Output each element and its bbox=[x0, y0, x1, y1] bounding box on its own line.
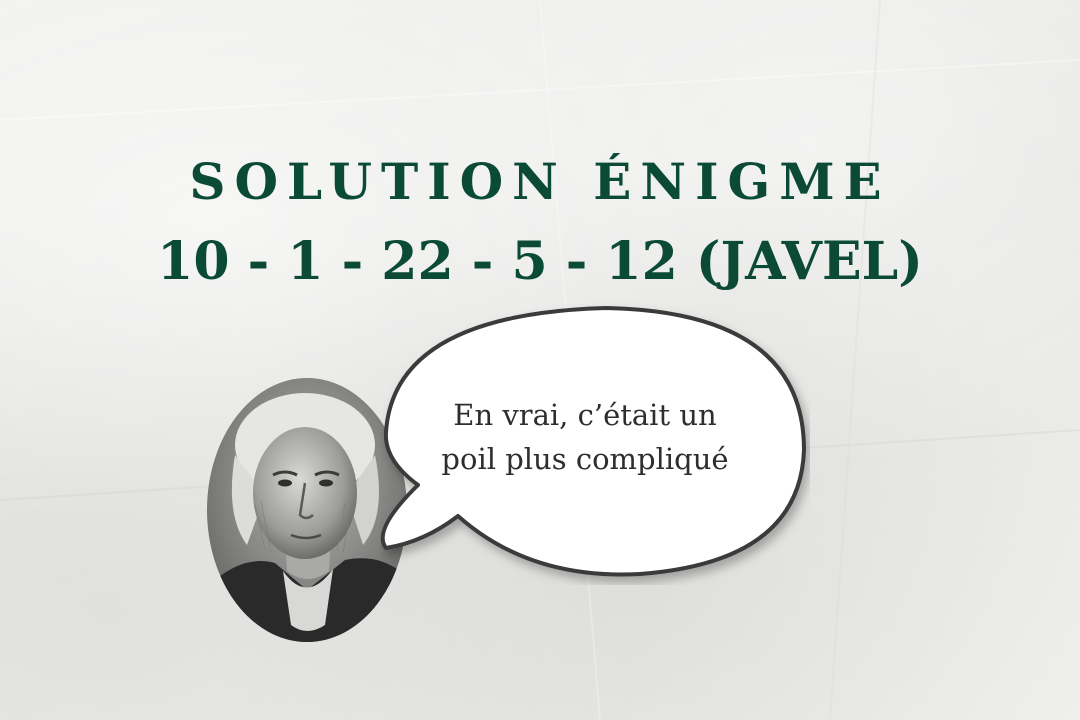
title-code-solution: 10 - 1 - 22 - 5 - 12 (JAVEL) bbox=[157, 231, 923, 292]
speech-bubble-line-2: poil plus compliqué bbox=[441, 442, 729, 476]
speech-bubble-text: En vrai, c’était un poil plus compliqué bbox=[395, 393, 775, 481]
speech-bubble-line-1: En vrai, c’était un bbox=[453, 398, 717, 432]
title-heading: SOLUTION ÉNIGME bbox=[189, 152, 891, 211]
